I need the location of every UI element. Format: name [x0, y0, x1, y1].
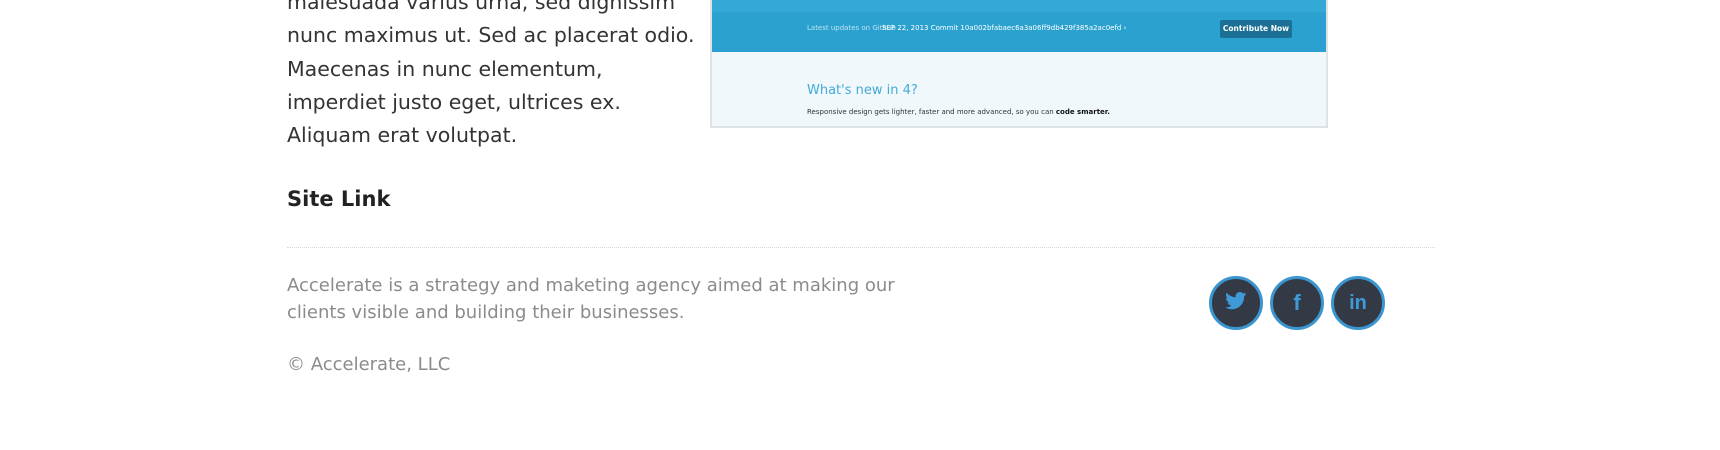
social-links: f in [1209, 276, 1385, 330]
twitter-icon [1225, 291, 1247, 315]
about-line: Accelerate is a strategy and maketing ag… [287, 275, 895, 296]
description-line: Maecenas in nunc elementum, [287, 56, 603, 81]
screenshot-commit-text: SEP 22, 2013 Commit 10a002bfabaec6a3a06f… [882, 24, 1127, 32]
linkedin-icon: in [1349, 291, 1367, 314]
copyright-text: © Accelerate, LLC [287, 354, 451, 375]
facebook-icon: f [1293, 290, 1301, 315]
screenshot-heading: What's new in 4? [807, 83, 918, 98]
screenshot-subtext: Responsive design gets lighter, faster a… [807, 108, 1110, 116]
description-line: malesuada varius urna, sed dignissim [287, 0, 676, 14]
site-link[interactable]: Site Link [287, 187, 390, 211]
description-line: imperdiet justo eget, ultrices ex. [287, 89, 621, 114]
linkedin-button[interactable]: in [1331, 276, 1385, 330]
project-screenshot: Latest updates on Github SEP 22, 2013 Co… [710, 0, 1328, 128]
footer-about-text: Accelerate is a strategy and maketing ag… [287, 272, 895, 326]
twitter-button[interactable] [1209, 276, 1263, 330]
project-description: malesuada varius urna, sed dignissim nun… [287, 0, 695, 152]
footer-divider [287, 247, 1435, 248]
facebook-button[interactable]: f [1270, 276, 1324, 330]
description-line: nunc maximus ut. Sed ac placerat odio. [287, 23, 695, 48]
description-line: Aliquam erat volutpat. [287, 123, 518, 148]
about-line: clients visible and building their busin… [287, 302, 685, 323]
screenshot-contribute-button: Contribute Now [1220, 20, 1292, 38]
